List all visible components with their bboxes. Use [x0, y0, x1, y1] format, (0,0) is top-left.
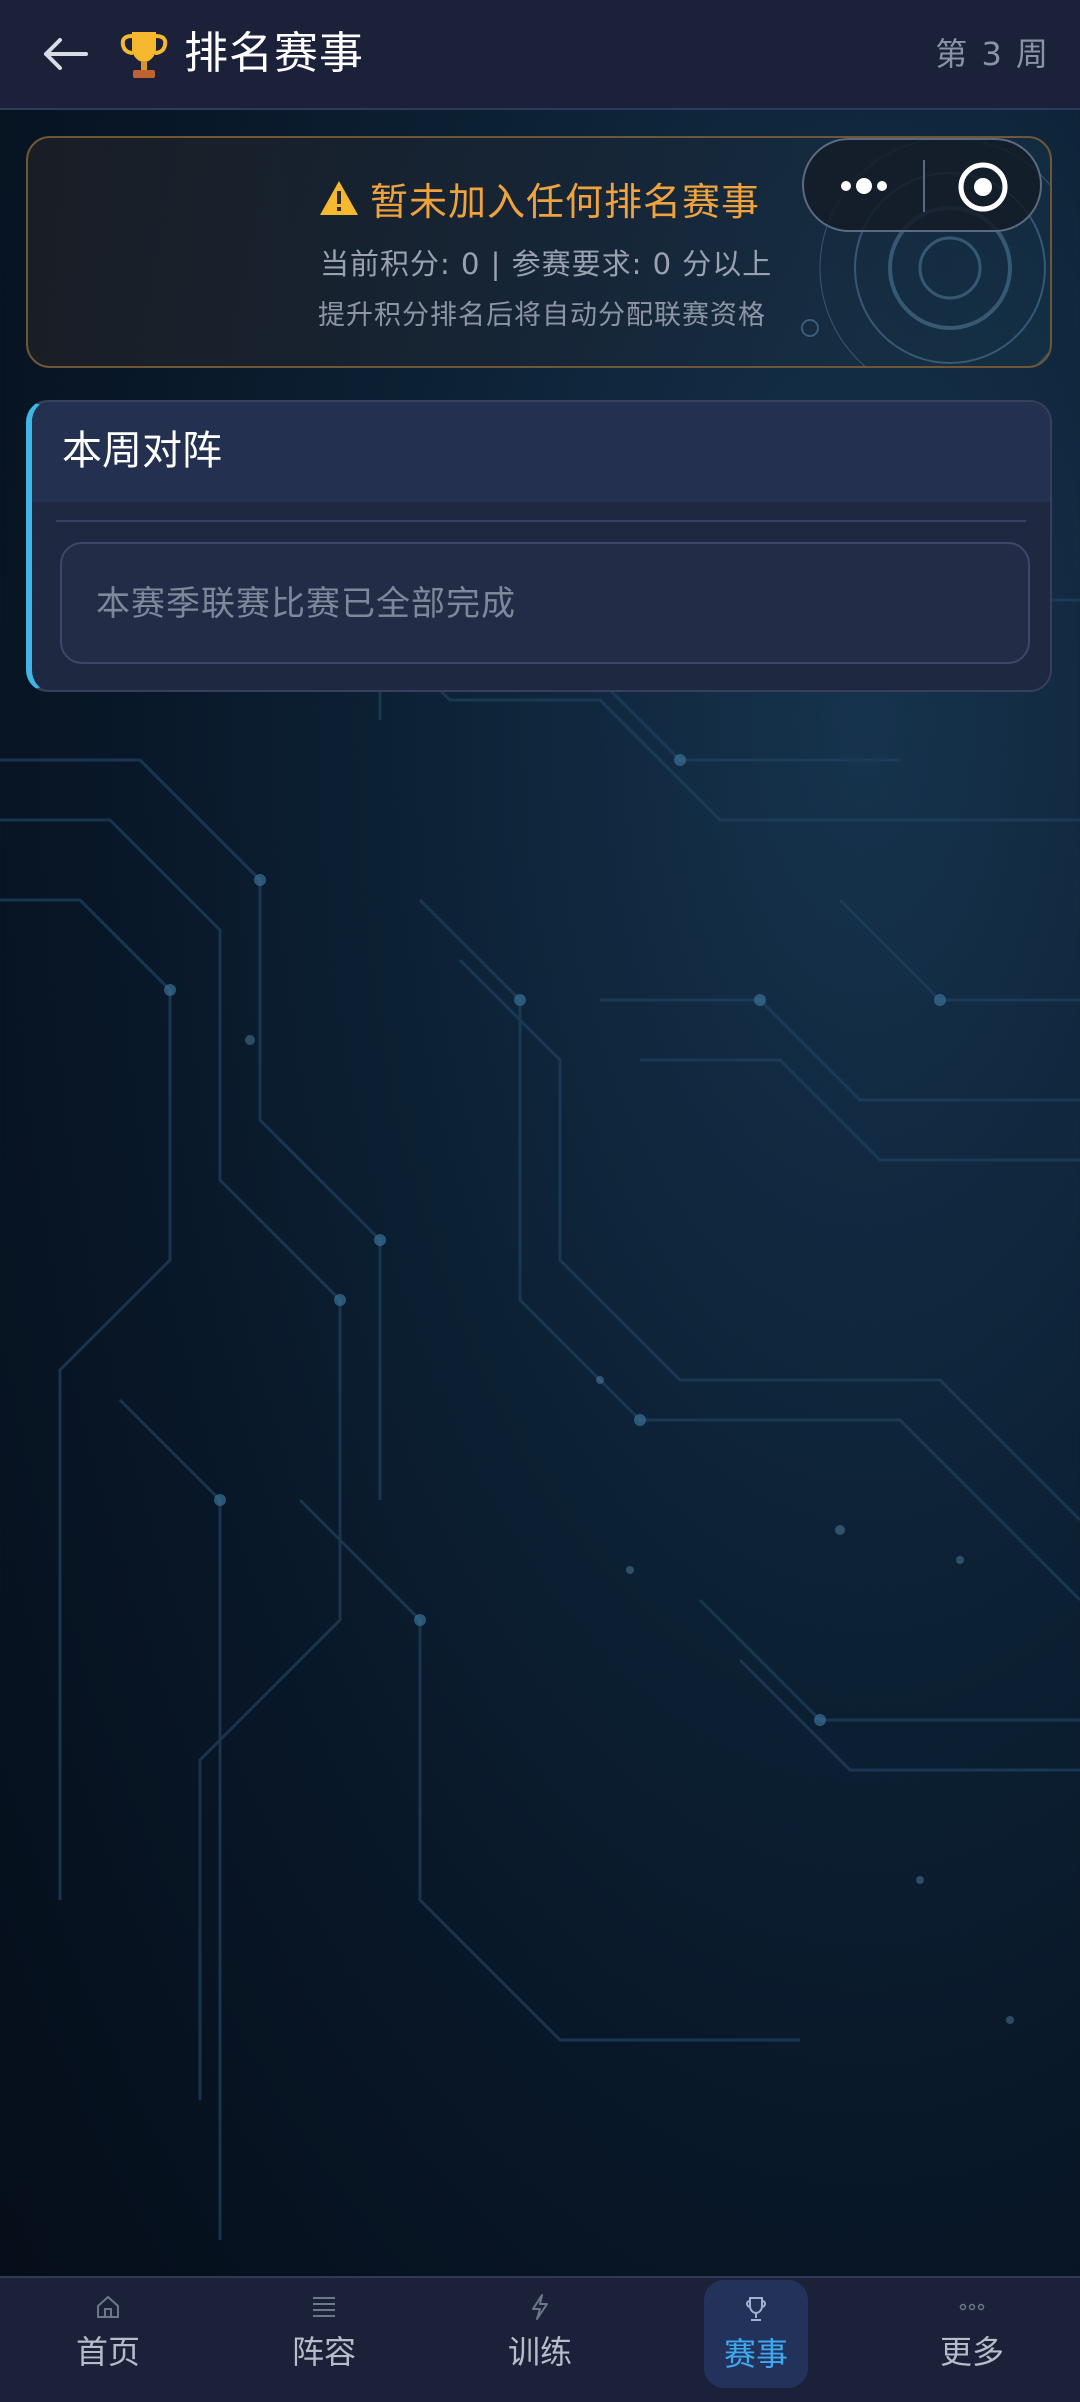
notice-title-row: 暂未加入任何排名赛事 — [318, 170, 760, 226]
home-icon — [97, 2295, 119, 2318]
capsule-close-button[interactable] — [956, 160, 1010, 214]
training-icon — [532, 2294, 548, 2320]
tab-label: 赛事 — [723, 2335, 788, 2373]
capsule-more-button[interactable] — [832, 166, 896, 206]
weekly-matchup-panel: 本周对阵 本赛季联赛比赛已全部完成 — [26, 400, 1052, 692]
tab-events[interactable]: 赛事 — [704, 2280, 808, 2388]
tab-home[interactable]: 首页 — [56, 2278, 160, 2388]
trophy-icon — [746, 2297, 766, 2321]
tab-label: 训练 — [507, 2333, 572, 2371]
empty-state-box: 本赛季联赛比赛已全部完成 — [60, 542, 1030, 664]
top-app-bar: 排名赛事 第 3 周 — [0, 0, 1080, 110]
tab-label: 阵容 — [291, 2333, 356, 2371]
back-button[interactable] — [36, 26, 96, 82]
tab-label: 更多 — [939, 2333, 1004, 2371]
bottom-tab-bar: 首页 阵容 训练 赛事 更多 — [0, 2276, 1080, 2402]
matchup-title: 本周对阵 — [62, 428, 222, 474]
qualification-hint-text: 提升积分排名后将自动分配联赛资格 — [318, 300, 766, 331]
tab-more[interactable]: 更多 — [920, 2278, 1024, 2388]
arrow-left-icon — [44, 38, 88, 70]
notice-title: 暂未加入任何排名赛事 — [370, 179, 761, 224]
divider — [56, 520, 1026, 522]
warning-icon — [320, 181, 358, 215]
more-dots-icon — [841, 178, 887, 194]
capsule-divider — [923, 160, 925, 212]
tab-label: 首页 — [75, 2333, 140, 2371]
page-title: 排名赛事 — [184, 28, 364, 79]
empty-state-text: 本赛季联赛比赛已全部完成 — [96, 584, 516, 624]
week-indicator: 第 3 周 — [935, 35, 1050, 73]
points-requirement-text: 当前积分: 0 | 参赛要求: 0 分以上 — [320, 247, 773, 281]
tab-roster[interactable]: 阵容 — [272, 2278, 376, 2388]
tab-training[interactable]: 训练 — [488, 2278, 592, 2388]
more-icon — [959, 2303, 985, 2311]
miniprogram-capsule — [802, 138, 1042, 232]
roster-icon — [313, 2297, 335, 2317]
target-circle-icon — [958, 162, 1008, 212]
trophy-icon — [118, 26, 170, 82]
